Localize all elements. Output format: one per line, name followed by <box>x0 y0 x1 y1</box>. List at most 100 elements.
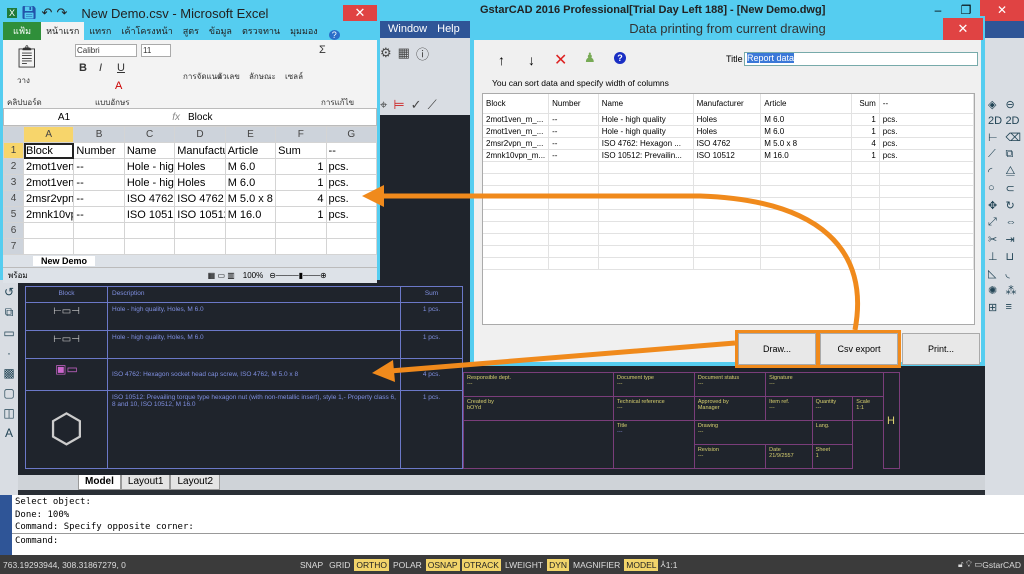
rotate-icon[interactable]: ↻ <box>1005 199 1021 212</box>
cell[interactable] <box>325 238 378 255</box>
toggle-model[interactable]: MODEL <box>624 558 659 571</box>
arc-icon[interactable]: ◜ <box>988 165 1003 178</box>
formula-input[interactable]: Block <box>188 112 212 123</box>
column-header[interactable]: G <box>325 126 378 143</box>
grid-column-header[interactable]: Article <box>760 94 852 114</box>
boundary-icon[interactable]: ◫ <box>3 406 14 420</box>
sheet-tab[interactable]: New Demo <box>33 256 96 266</box>
number-button[interactable]: ตัวเลข <box>217 70 240 83</box>
move-down-icon[interactable]: ↓ <box>528 52 535 68</box>
cells-button[interactable]: เซลล์ <box>285 70 303 83</box>
fillet-icon[interactable]: ◟ <box>1005 267 1021 280</box>
grid-row[interactable]: 2mot1ven_m_... -- Hole - high quality Holes… <box>483 113 975 126</box>
grid-column-header[interactable]: Number <box>548 94 599 114</box>
calculator-icon[interactable]: ▦ <box>398 45 410 61</box>
row-header[interactable]: 6 <box>3 222 24 239</box>
revcloud-icon[interactable]: ↺ <box>4 285 14 299</box>
grid-column-header[interactable]: Manufacturer <box>693 94 762 114</box>
data-grid[interactable]: Block Number Name Manufacturer Article Sum -- 2… <box>482 93 975 325</box>
cell[interactable] <box>73 238 125 255</box>
row-header[interactable]: 4 <box>3 190 24 207</box>
close-button[interactable]: ✕ <box>980 0 1024 21</box>
fx-icon[interactable]: fx <box>124 112 188 123</box>
cell[interactable]: 1 <box>275 158 327 175</box>
cell[interactable]: pcs. <box>325 190 378 207</box>
move-up-icon[interactable]: ↑ <box>498 52 505 68</box>
column-header[interactable]: F <box>275 126 327 143</box>
copy-icon[interactable]: ⧉ <box>1005 148 1021 161</box>
toggle-dyn[interactable]: DYN <box>547 558 570 571</box>
cell[interactable]: -- <box>73 206 125 223</box>
alignment-button[interactable]: การจัดแนว <box>183 70 222 83</box>
excel-close-button[interactable]: ✕ <box>343 5 377 21</box>
cell[interactable] <box>174 222 226 239</box>
redo-icon[interactable]: ↷ <box>56 5 67 21</box>
point-icon[interactable]: · <box>7 346 11 360</box>
tab-layout1[interactable]: Layout1 <box>120 475 171 490</box>
help-icon[interactable]: ⓘ <box>416 44 429 63</box>
cell[interactable]: M 6.0 <box>224 174 277 191</box>
toggle-magnifier[interactable]: MAGNIFIER <box>571 559 622 571</box>
dialog-close-button[interactable]: ✕ <box>943 18 983 40</box>
italic-button[interactable]: I <box>99 62 102 74</box>
settings-icon[interactable]: ⚙ <box>380 45 392 61</box>
extend-icon[interactable]: ⇥ <box>1005 233 1021 246</box>
array-icon[interactable]: ⁂ <box>1005 284 1021 297</box>
cell[interactable] <box>22 222 75 239</box>
cell[interactable]: -- <box>73 158 125 175</box>
insert-block-icon[interactable]: ⧉ <box>5 305 14 320</box>
tab-formulas[interactable]: สูตร <box>178 22 204 40</box>
cell[interactable]: 1 <box>275 174 327 191</box>
tab-home[interactable]: หน้าแรก <box>41 22 85 40</box>
column-header[interactable]: E <box>224 126 277 143</box>
cell[interactable]: 4 <box>275 190 327 207</box>
break-icon[interactable]: ⊥ <box>988 250 1003 263</box>
column-header[interactable]: A <box>22 126 75 143</box>
move-icon[interactable]: ✥ <box>988 199 1003 212</box>
annotation-scale[interactable]: 1:1 <box>666 560 678 570</box>
mirror-icon[interactable]: ⧋ <box>1005 165 1021 178</box>
cell[interactable]: Holes <box>174 158 226 175</box>
tab-page-layout[interactable]: เค้าโครงหน้า <box>116 22 177 40</box>
cell[interactable]: M 6.0 <box>224 158 277 175</box>
cell[interactable]: ISO 10512: <box>123 206 176 223</box>
cell[interactable]: Number <box>73 142 125 159</box>
cell[interactable]: Holes <box>174 174 226 191</box>
cell[interactable] <box>275 238 327 255</box>
row-header[interactable]: 7 <box>3 238 24 255</box>
circle-icon[interactable]: ○ <box>988 182 1003 195</box>
column-header[interactable]: B <box>73 126 125 143</box>
cell[interactable]: Hole - high <box>123 174 176 191</box>
cell[interactable]: Article <box>224 142 277 159</box>
tab-insert[interactable]: แทรก <box>84 22 116 40</box>
title-input[interactable]: Report data <box>744 52 978 66</box>
csv-export-button[interactable]: Csv export <box>817 330 901 368</box>
column-header[interactable]: D <box>174 126 226 143</box>
snap-icon[interactable]: ⌖ <box>380 97 387 113</box>
delete-icon[interactable]: ✕ <box>554 50 567 70</box>
toggle-grid[interactable]: GRID <box>327 559 352 571</box>
tab-data[interactable]: ข้อมูล <box>204 22 237 40</box>
stretch-icon[interactable]: ⇔ <box>1005 216 1021 229</box>
grid-column-header[interactable]: -- <box>879 94 975 114</box>
font-size-select[interactable]: 11 <box>141 44 171 57</box>
user-icon[interactable]: ♟ <box>584 50 596 66</box>
chamfer-icon[interactable]: ◺ <box>988 267 1003 280</box>
column-header[interactable]: C <box>123 126 176 143</box>
font-name-select[interactable]: Calibri <box>75 44 137 57</box>
2d-icon[interactable]: 2D <box>988 115 1003 127</box>
cell[interactable] <box>224 222 277 239</box>
row-header[interactable]: 3 <box>3 174 24 191</box>
tab-review[interactable]: ตรวจทาน <box>237 22 285 40</box>
select-all-corner[interactable] <box>3 126 24 143</box>
region-icon[interactable]: ▢ <box>3 386 14 400</box>
cell[interactable]: pcs. <box>325 158 378 175</box>
lock-icon[interactable]: 🔓︎ 💡︎ ▭ <box>958 559 982 570</box>
cell[interactable]: M 5.0 x 8 <box>224 190 277 207</box>
row-header[interactable]: 1 <box>3 142 24 159</box>
cell[interactable] <box>123 222 176 239</box>
cell[interactable]: ISO 4762: I <box>123 190 176 207</box>
zoom-slider[interactable]: ⊖────▮───⊕ <box>269 271 326 280</box>
toggle-snap[interactable]: SNAP <box>298 559 325 571</box>
paste-label[interactable]: วาง <box>17 74 30 87</box>
